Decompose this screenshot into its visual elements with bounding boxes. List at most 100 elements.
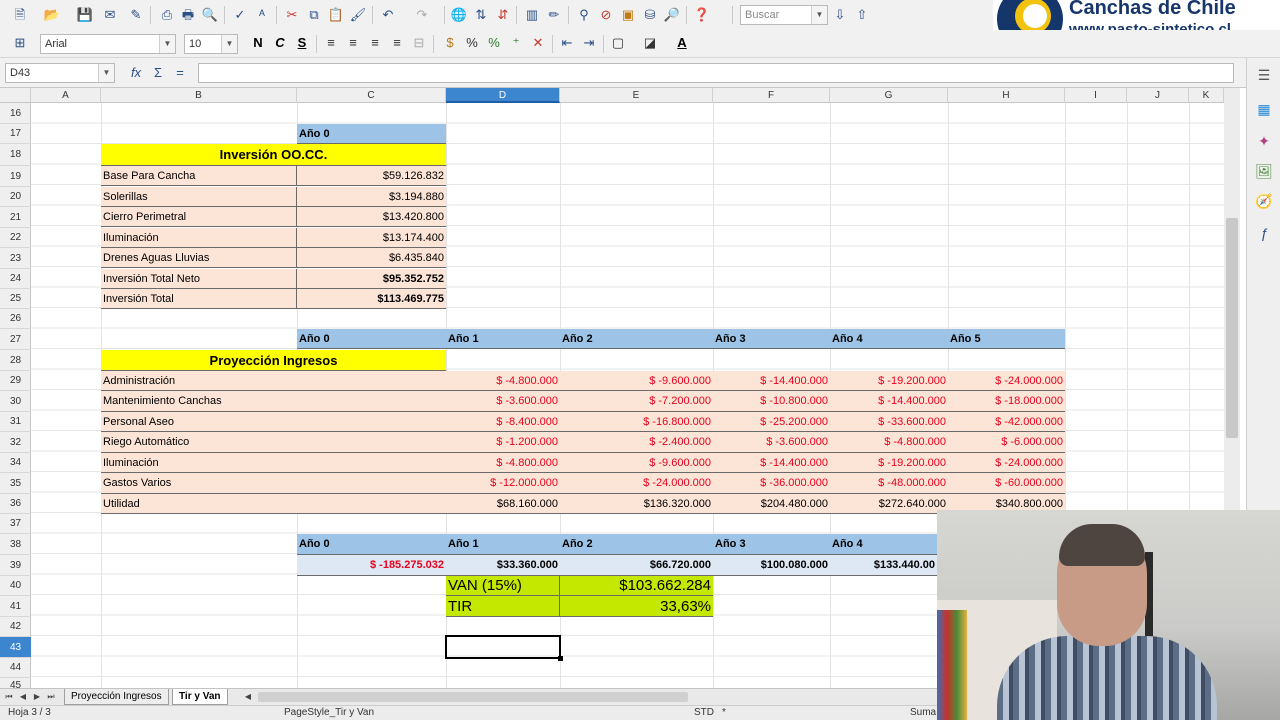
projection-year-header[interactable]: Año 0 <box>297 329 446 349</box>
navigator-icon[interactable]: ⊘ <box>596 5 616 25</box>
new-document-icon[interactable]: 🗎 <box>10 5 30 25</box>
find-replace-icon[interactable]: ⚲ <box>574 5 594 25</box>
projection-value[interactable]: $ -4.800.000 <box>446 453 560 473</box>
projection-value[interactable]: $ -3.600.000 <box>713 432 830 453</box>
cashflow-year-header[interactable]: Año 0 <box>297 534 446 555</box>
row-header-36[interactable]: 36 <box>0 494 31 514</box>
bold-button[interactable]: N <box>248 33 268 53</box>
cut-icon[interactable]: ✂ <box>282 5 302 25</box>
search-input[interactable]: Buscar ▼ <box>740 5 828 25</box>
projection-value[interactable]: $ -9.600.000 <box>560 371 713 391</box>
projection-value[interactable]: $ -7.200.000 <box>560 391 713 412</box>
investment-label[interactable]: Iluminación <box>101 228 297 248</box>
find-next-icon[interactable]: ⇩ <box>830 5 850 25</box>
investment-value[interactable]: $3.194.880 <box>297 187 446 207</box>
vertical-scroll-thumb[interactable] <box>1226 218 1238 438</box>
horizontal-scrollbar[interactable] <box>258 692 688 702</box>
column-header-a[interactable]: A <box>31 88 101 103</box>
projection-year-header[interactable]: Año 4 <box>830 329 948 349</box>
investment-label[interactable]: Base Para Cancha <box>101 166 297 186</box>
investment-value[interactable]: $59.126.832 <box>297 166 446 186</box>
investment-label[interactable]: Inversión Total Neto <box>101 269 297 289</box>
properties-icon[interactable]: ▦ <box>1253 98 1275 120</box>
align-center-icon[interactable]: ≡ <box>343 33 363 53</box>
sheet-tab-proyeccion-ingresos[interactable]: Proyección Ingresos <box>64 689 169 705</box>
projection-value[interactable]: $ -9.600.000 <box>560 453 713 473</box>
van-value[interactable]: $103.662.284 <box>560 576 713 596</box>
cashflow-year-header[interactable]: Año 2 <box>560 534 713 555</box>
investment-title[interactable]: Inversión OO.CC. <box>101 144 446 166</box>
row-header-16[interactable]: 16 <box>0 103 31 124</box>
cashflow-year-header[interactable]: Año 3 <box>713 534 830 555</box>
investment-label[interactable]: Cierro Perimetral <box>101 207 297 227</box>
align-right-icon[interactable]: ≡ <box>365 33 385 53</box>
row-header-35[interactable]: 35 <box>0 473 31 494</box>
gallery-icon[interactable]: 🖼 <box>1253 160 1275 182</box>
select-all-corner[interactable] <box>0 88 31 103</box>
projection-value[interactable]: $ -48.000.000 <box>830 473 948 494</box>
font-size-select[interactable]: 10 ▼ <box>184 34 238 54</box>
sheet-tab-tir-y-van[interactable]: Tir y Van <box>172 689 228 705</box>
decrease-indent-icon[interactable]: ⇤ <box>557 33 577 53</box>
paste-icon[interactable]: 📋 <box>326 5 346 25</box>
chevron-down-icon[interactable]: ▼ <box>811 6 827 24</box>
projection-label[interactable]: Personal Aseo <box>101 412 297 432</box>
export-pdf-icon[interactable]: ⎙ <box>157 5 177 25</box>
insert-chart-icon[interactable]: ▥ <box>522 5 542 25</box>
redo-icon[interactable]: ↷ <box>412 5 432 25</box>
column-header-g[interactable]: G <box>830 88 948 103</box>
standard-format-icon[interactable]: % <box>484 33 504 53</box>
projection-value[interactable]: $ -24.000.000 <box>948 371 1065 391</box>
investment-value[interactable]: $95.352.752 <box>297 269 446 289</box>
print-icon[interactable]: 🖶 <box>178 5 198 25</box>
projection-value[interactable]: $ -3.600.000 <box>446 391 560 412</box>
projection-value[interactable]: $ -25.200.000 <box>713 412 830 432</box>
projection-value[interactable]: $ -1.200.000 <box>446 432 560 453</box>
show-draw-icon[interactable]: ✏ <box>544 5 564 25</box>
projection-value[interactable]: $ -14.400.000 <box>713 371 830 391</box>
autocheck-icon[interactable]: ᴬ <box>252 5 272 25</box>
row-header-22[interactable]: 22 <box>0 228 31 248</box>
projection-value[interactable]: $ -19.200.000 <box>830 453 948 473</box>
sum-icon[interactable]: Σ <box>148 63 168 83</box>
styles-icon[interactable]: ✦ <box>1253 130 1275 152</box>
investment-year-header[interactable]: Año 0 <box>297 124 446 144</box>
row-header-30[interactable]: 30 <box>0 391 31 412</box>
navigator-icon[interactable]: 🧭 <box>1253 190 1275 212</box>
projection-cell-empty[interactable] <box>297 371 446 391</box>
italic-button[interactable]: C <box>270 33 290 53</box>
projection-year-header[interactable]: Año 3 <box>713 329 830 349</box>
email-icon[interactable]: ✉ <box>100 5 120 25</box>
cashflow-value[interactable]: $133.440.00 <box>830 555 937 576</box>
investment-label[interactable]: Drenes Aguas Lluvias <box>101 248 297 268</box>
row-header-19[interactable]: 19 <box>0 166 31 187</box>
fill-handle[interactable] <box>558 656 563 661</box>
row-header-41[interactable]: 41 <box>0 596 31 617</box>
background-color-icon[interactable]: ◪ <box>640 33 660 53</box>
projection-cell-empty[interactable] <box>297 391 446 412</box>
increase-indent-icon[interactable]: ⇥ <box>579 33 599 53</box>
delete-decimal-icon[interactable]: ✕ <box>528 33 548 53</box>
tir-label[interactable]: TIR <box>446 596 560 617</box>
investment-value[interactable]: $6.435.840 <box>297 248 446 268</box>
function-icon[interactable]: = <box>170 63 190 83</box>
add-decimal-icon[interactable]: ⁺ <box>506 33 526 53</box>
column-header-f[interactable]: F <box>713 88 830 103</box>
formula-input[interactable] <box>198 63 1234 83</box>
projection-label[interactable]: Utilidad <box>101 494 297 514</box>
investment-label[interactable]: Inversión Total <box>101 289 297 309</box>
projection-year-header[interactable]: Año 2 <box>560 329 713 349</box>
column-header-i[interactable]: I <box>1065 88 1127 103</box>
projection-value[interactable]: $ -10.800.000 <box>713 391 830 412</box>
projection-value[interactable]: $ -8.400.000 <box>446 412 560 432</box>
row-header-23[interactable]: 23 <box>0 248 31 269</box>
chevron-down-icon[interactable]: ▼ <box>221 35 237 53</box>
edit-mode-icon[interactable]: ✎ <box>126 5 146 25</box>
print-preview-icon[interactable]: 🔍 <box>200 5 220 25</box>
cashflow-value[interactable]: $66.720.000 <box>560 555 713 576</box>
clone-format-icon[interactable]: 🖌 <box>348 5 368 25</box>
column-header-c[interactable]: C <box>297 88 446 103</box>
sidebar-menu-icon[interactable]: ☰ <box>1253 64 1275 86</box>
investment-value[interactable]: $13.174.400 <box>297 228 446 248</box>
row-header-24[interactable]: 24 <box>0 269 31 289</box>
